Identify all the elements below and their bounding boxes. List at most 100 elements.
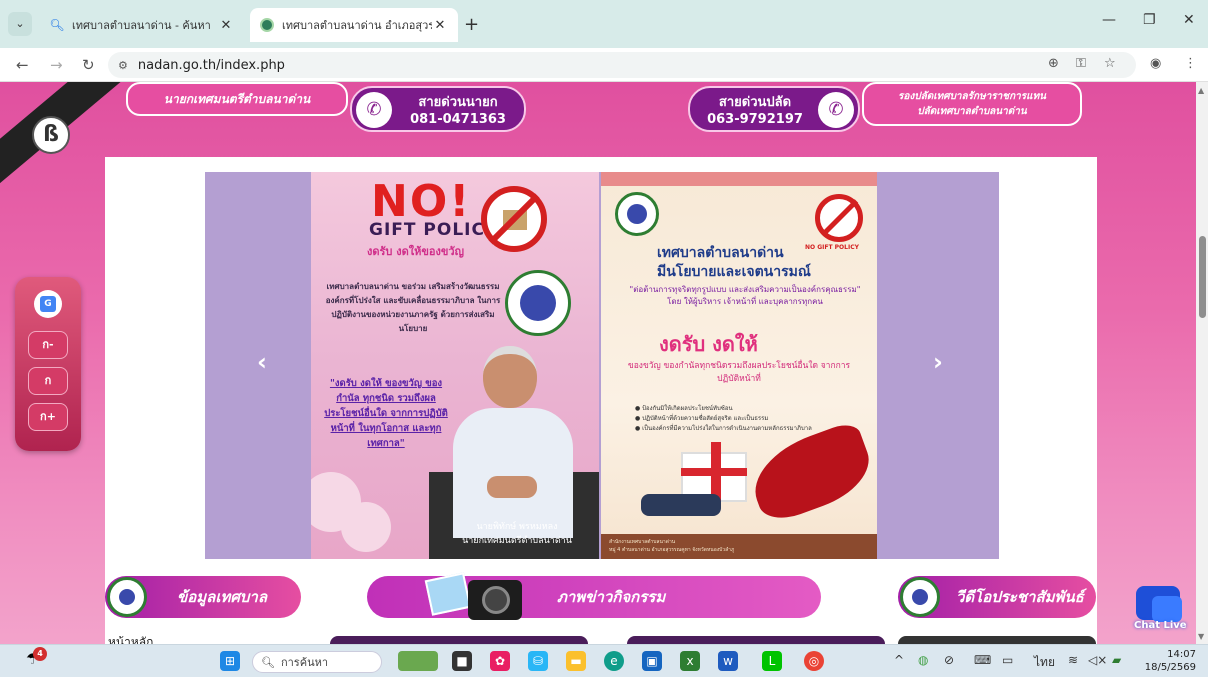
tray-app-icon[interactable]: ◍: [918, 653, 928, 667]
bookmark-star-icon[interactable]: ☆: [1104, 56, 1116, 71]
hotline-label: สายด่วนปลัด: [718, 95, 792, 110]
mayor-name-caption: นายพิทักษ์ พรหมหลง นายกเทศมนตรีตำบลนาด่า…: [439, 520, 595, 548]
mayor-position: นายกเทศมนตรีตำบลนาด่าน: [462, 536, 572, 546]
news-card-strip: [330, 636, 588, 644]
tab-nadan-homepage[interactable]: เทศบาลตำบลนาด่าน อำเภอสุวรรณคูหา ✕: [250, 8, 458, 42]
taskbar-search[interactable]: 🔍︎ การค้นหา: [252, 651, 382, 673]
section-title: ภาพข่าวกิจกรรม: [557, 588, 666, 606]
deputy-line1: รองปลัดเทศบาลรักษาราชการแทน: [898, 91, 1046, 102]
slide1-quote: "งดรับ งดให้ ของขวัญ ของกำนัล ทุกชนิด รว…: [324, 378, 448, 449]
forward-arrow-icon[interactable]: →: [50, 56, 63, 74]
carousel-next-button[interactable]: ›: [933, 348, 943, 376]
task-view-icon[interactable]: ■: [452, 651, 472, 671]
deputy-hotline[interactable]: สายด่วนปลัด 063-9792197 ✆: [688, 86, 860, 132]
battery-icon[interactable]: ▰: [1112, 653, 1121, 667]
phone-icon: ✆: [818, 92, 854, 128]
municipality-seal-icon: [900, 577, 940, 617]
phone-icon: ✆: [356, 92, 392, 128]
clock-time: 14:07: [1167, 649, 1196, 660]
slide2-title-line1: เทศบาลตำบลนาด่าน: [657, 245, 784, 261]
carousel-prev-button[interactable]: ‹: [257, 348, 267, 376]
edge-browser-icon[interactable]: e: [604, 651, 624, 671]
more-menu-icon[interactable]: ⋮: [1184, 56, 1197, 71]
slide1-body-text: เทศบาลตำบลนาด่าน ขอร่วม เสริมสร้างวัฒนธร…: [325, 282, 501, 333]
close-window-button[interactable]: ✕: [1183, 12, 1195, 28]
chrome-browser-icon[interactable]: ◎: [804, 651, 824, 671]
tab-title: เทศบาลตำบลนาด่าน อำเภอสุวรรณคูหา: [282, 19, 432, 32]
widgets-icon[interactable]: [398, 651, 438, 671]
store-icon[interactable]: ⛁: [528, 651, 548, 671]
mayor-hotline[interactable]: ✆ สายด่วนนายก 081-0471363: [350, 86, 526, 132]
scroll-up-arrow-icon[interactable]: ▲: [1198, 86, 1204, 95]
excel-icon[interactable]: x: [680, 651, 700, 671]
line-app-icon[interactable]: L: [762, 651, 782, 671]
file-explorer-icon[interactable]: ▬: [566, 651, 586, 671]
restore-button[interactable]: ❐: [1143, 12, 1156, 28]
bullet-item: ● ปฏิบัติหน้าที่ด้วยความซื่อสัตย์สุจริต …: [635, 415, 769, 422]
teams-icon[interactable]: ▣: [642, 651, 662, 671]
chat-live-label: Chat Live: [1134, 620, 1187, 631]
profile-icon[interactable]: ◉: [1150, 56, 1161, 71]
reload-icon[interactable]: ↻: [82, 56, 95, 74]
system-clock[interactable]: 14:07 18/5/2569: [1140, 648, 1196, 674]
tray-overflow-icon[interactable]: ^: [894, 653, 904, 667]
hotline-number: 063-9792197: [707, 112, 803, 127]
headline-gift-policy: GIFT POLICY: [369, 220, 499, 240]
tray-display-icon[interactable]: ▭: [1002, 653, 1013, 667]
close-tab-icon[interactable]: ✕: [432, 18, 448, 33]
hand-decoration: [641, 494, 721, 516]
tray-sync-icon[interactable]: ⊘: [944, 653, 954, 667]
video-card-strip: [898, 636, 1096, 644]
translate-button[interactable]: G: [34, 290, 62, 318]
mourning-ribbon-icon: ß: [32, 116, 70, 154]
font-normal-button[interactable]: ก: [28, 367, 68, 395]
back-arrow-icon[interactable]: ←: [16, 56, 29, 74]
zoom-icon[interactable]: ⊕: [1048, 56, 1059, 71]
slide2-title-line2: มีนโยบายและเจตนารมณ์: [657, 264, 811, 280]
wifi-icon[interactable]: ≋: [1068, 653, 1078, 667]
mayor-title-banner: นายกเทศมนตรีตำบลนาด่าน: [126, 82, 348, 116]
accessibility-widget: G ก- ก ก+: [15, 277, 81, 451]
scroll-down-arrow-icon[interactable]: ▼: [1198, 632, 1204, 641]
banner-carousel: NO! GIFT POLICY งดรับ งดให้ของขวัญ เทศบา…: [205, 172, 999, 559]
slide2-tagline: ของขวัญ ของกำนัลทุกชนิดรวมถึงผลประโยชน์อ…: [627, 361, 851, 384]
bullet-item: ● ป้องกันมิให้เกิดผลประโยชน์ทับซ้อน: [635, 405, 733, 412]
tab-search-results[interactable]: 🔍︎ เทศบาลตำบลนาด่าน - ค้นหา ✕: [40, 8, 244, 42]
mayor-portrait: [453, 336, 573, 546]
keyboard-icon[interactable]: ⌨: [974, 653, 991, 667]
hotline-number: 081-0471363: [410, 112, 506, 127]
font-decrease-button[interactable]: ก-: [28, 331, 68, 359]
input-language[interactable]: ไทย: [1034, 653, 1055, 672]
start-windows-icon[interactable]: ⊞: [220, 651, 240, 671]
url-field[interactable]: ⚙ nadan.go.th/index.php: [108, 52, 1136, 78]
minimize-button[interactable]: —: [1102, 12, 1116, 28]
url-text: nadan.go.th/index.php: [137, 57, 285, 73]
section-pr-videos[interactable]: วีดีโอประชาสัมพันธ์: [898, 576, 1096, 618]
tab-search-menu-button[interactable]: ⌄: [8, 12, 32, 36]
chat-live-button[interactable]: Chat Live: [1130, 580, 1190, 640]
section-municipality-info[interactable]: ข้อมูลเทศบาล: [105, 576, 301, 618]
volume-icon[interactable]: ◁×: [1088, 653, 1107, 667]
no-gift-icon: [815, 194, 863, 242]
close-tab-icon[interactable]: ✕: [218, 18, 234, 33]
word-icon[interactable]: w: [718, 651, 738, 671]
scrollbar-thumb[interactable]: [1199, 236, 1206, 318]
site-info-icon[interactable]: ⚙: [118, 59, 128, 72]
municipality-seal-icon: [505, 270, 571, 336]
slide2-subtitle: "ต่อต้านการทุจริตทุกรูปแบบ และส่งเสริมคว…: [629, 285, 861, 306]
slide2-bullet-list: ● ป้องกันมิให้เกิดผลประโยชน์ทับซ้อน ● ปฏ…: [635, 404, 855, 434]
font-increase-button[interactable]: ก+: [28, 403, 68, 431]
deputy-title-banner: รองปลัดเทศบาลรักษาราชการแทน ปลัดเทศบาลตำ…: [862, 82, 1082, 126]
site-favicon-icon: [260, 18, 274, 32]
slide2-headline: งดรับ งดให้: [659, 332, 758, 356]
copilot-icon[interactable]: ✿: [490, 651, 510, 671]
home-link[interactable]: หน้าหลัก: [108, 633, 153, 644]
password-key-icon[interactable]: ⚿: [1076, 56, 1086, 71]
page-scrollbar[interactable]: [1196, 82, 1208, 644]
mayor-name: นายพิทักษ์ พรหมหลง: [476, 522, 558, 532]
carousel-slide-no-gift-policy: NO! GIFT POLICY งดรับ งดให้ของขวัญ เทศบา…: [311, 172, 599, 559]
new-tab-button[interactable]: +: [464, 14, 479, 35]
weather-badge: 4: [33, 647, 47, 661]
section-title: วีดีโอประชาสัมพันธ์: [956, 588, 1084, 606]
municipality-seal-icon: [615, 192, 659, 236]
